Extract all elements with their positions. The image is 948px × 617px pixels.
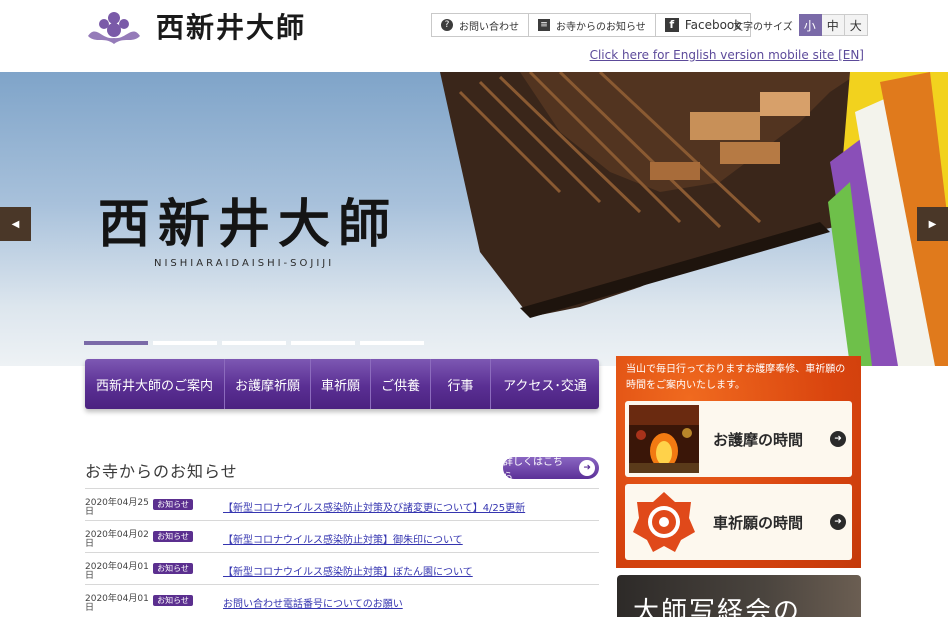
news-item: 2020年04月25日 お知らせ 【新型コロナウイルス感染防止対策及び諸変更につ…	[85, 488, 599, 520]
slider-pagination	[84, 341, 424, 345]
site-header: 西新井大師 ? お問い合わせ ≡ お寺からのお知らせ f Facebook 文字…	[0, 0, 948, 72]
nav-item-car-prayer[interactable]: 車祈願	[311, 359, 371, 409]
slider-dot[interactable]	[153, 341, 217, 345]
news-section-title: お寺からのお知らせ	[85, 462, 238, 481]
utility-nav: ? お問い合わせ ≡ お寺からのお知らせ f Facebook	[431, 13, 752, 37]
font-size-large-button[interactable]: 大	[844, 14, 868, 36]
slider-next-button[interactable]: ▶	[917, 207, 948, 241]
news-badge: お知らせ	[153, 563, 193, 574]
slider-dot[interactable]	[222, 341, 286, 345]
nav-item-access[interactable]: アクセス･交通	[491, 359, 599, 409]
nav-item-goma[interactable]: お護摩祈願	[225, 359, 311, 409]
facebook-icon: f	[664, 18, 679, 32]
schedule-intro: 当山で毎日行っておりますお護摩奉修、車祈願の時間をご案内いたします。	[626, 364, 846, 391]
goma-fire-image	[629, 405, 699, 473]
site-logo-text: 西新井大師	[156, 11, 307, 44]
schedule-panel: 当山で毎日行っておりますお護摩奉修、車祈願の時間をご案内いたします。 お護摩の時…	[616, 356, 861, 568]
temple-crest-icon	[88, 12, 140, 44]
arrow-right-icon: ➜	[830, 514, 846, 530]
document-icon: ≡	[538, 19, 550, 31]
goma-schedule-label: お護摩の時間	[713, 430, 804, 449]
news-item: 2020年04月02日 お知らせ 【新型コロナウイルス感染防止対策】御朱印につい…	[85, 520, 599, 552]
contact-link[interactable]: ? お問い合わせ	[432, 14, 529, 36]
sutra-copying-banner[interactable]: 大師写経会の	[617, 575, 861, 617]
sutra-copying-banner-text: 大師写経会の	[633, 597, 802, 617]
nav-item-memorial[interactable]: ご供養	[371, 359, 431, 409]
main-nav: 西新井大師のご案内 お護摩祈願 車祈願 ご供養 行事 アクセス･交通	[85, 359, 599, 409]
slider-dot[interactable]	[84, 341, 148, 345]
news-date: 2020年04月25日	[85, 498, 149, 517]
goma-schedule-card[interactable]: お護摩の時間 ➜	[625, 401, 852, 477]
news-date: 2020年04月02日	[85, 530, 149, 549]
font-size-label: 文字のサイズ	[733, 21, 793, 33]
news-link[interactable]: 【新型コロナウイルス感染防止対策】ぼたん園について	[223, 563, 473, 578]
hero-title: 西新井大師	[98, 194, 399, 255]
news-badge: お知らせ	[153, 531, 193, 542]
arrow-right-icon: ➜	[579, 460, 595, 476]
news-link[interactable]: 【新型コロナウイルス感染防止対策】御朱印について	[223, 531, 463, 546]
notices-link-label: お寺からのお知らせ	[556, 21, 646, 33]
english-version-link[interactable]: Click here for English version mobile si…	[590, 48, 864, 62]
news-date: 2020年04月01日	[85, 594, 149, 613]
nav-item-about[interactable]: 西新井大師のご案内	[85, 359, 225, 409]
hero-subtitle: NISHIARAIDAISHI-SOJIJI	[154, 258, 335, 269]
news-more-label: 詳しくはこちら	[503, 457, 563, 483]
news-item: 2020年04月01日 お知らせ 【新型コロナウイルス感染防止対策】ぼたん園につ…	[85, 552, 599, 584]
car-prayer-schedule-label: 車祈願の時間	[713, 513, 804, 532]
site-logo[interactable]: 西新井大師	[84, 6, 306, 46]
slider-dot[interactable]	[291, 341, 355, 345]
hero-slider: 西新井大師 NISHIARAIDAISHI-SOJIJI ◀ ▶	[0, 72, 948, 366]
notices-link[interactable]: ≡ お寺からのお知らせ	[529, 14, 656, 36]
car-prayer-seal-icon	[629, 488, 699, 556]
font-size-small-button[interactable]: 小	[798, 14, 822, 36]
news-link[interactable]: 【新型コロナウイルス感染防止対策及び諸変更について】4/25更新	[223, 499, 525, 514]
news-date: 2020年04月01日	[85, 562, 149, 581]
slider-prev-button[interactable]: ◀	[0, 207, 31, 241]
font-size-medium-button[interactable]: 中	[821, 14, 845, 36]
font-size-switcher: 文字のサイズ 小 中 大	[733, 14, 868, 36]
slider-dot[interactable]	[360, 341, 424, 345]
news-link[interactable]: お問い合わせ電話番号についてのお願い	[223, 595, 403, 610]
news-list: 2020年04月25日 お知らせ 【新型コロナウイルス感染防止対策及び諸変更につ…	[85, 488, 599, 616]
question-icon: ?	[441, 19, 453, 31]
arrow-right-icon: ➜	[830, 431, 846, 447]
news-item: 2020年04月01日 お知らせ お問い合わせ電話番号についてのお願い	[85, 584, 599, 616]
nav-item-events[interactable]: 行事	[431, 359, 491, 409]
news-more-button[interactable]: 詳しくはこちら ➜	[503, 457, 599, 483]
news-badge: お知らせ	[153, 595, 193, 606]
contact-link-label: お問い合わせ	[459, 21, 519, 33]
news-badge: お知らせ	[153, 499, 193, 510]
car-prayer-schedule-card[interactable]: 車祈願の時間 ➜	[625, 484, 852, 560]
